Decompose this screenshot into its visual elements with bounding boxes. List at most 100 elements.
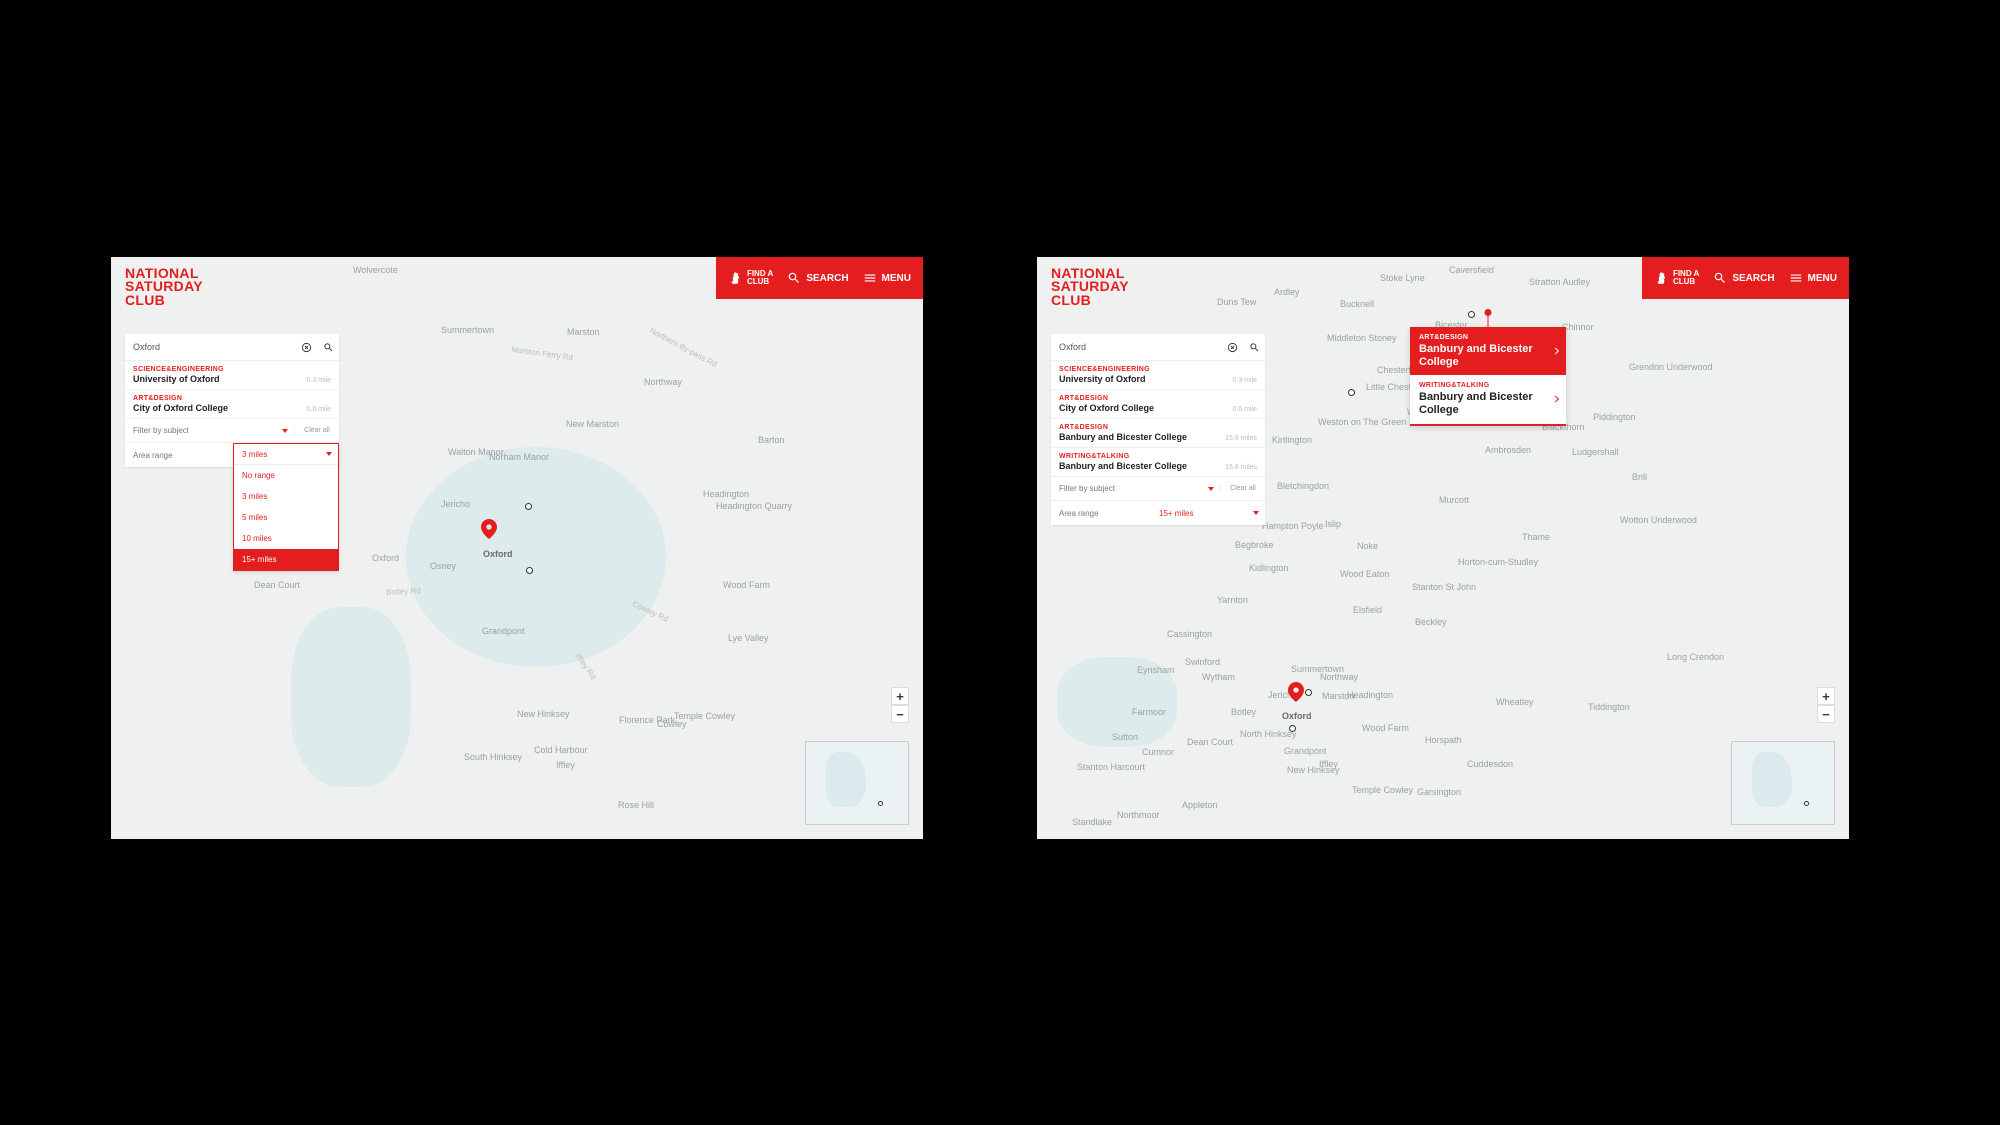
map-label: Northmoor (1117, 810, 1160, 820)
map-marker[interactable] (526, 567, 533, 574)
map-marker[interactable] (1348, 389, 1355, 396)
map-label: Grandpont (1284, 746, 1327, 756)
map-label: Iffley (556, 760, 575, 770)
zoom-in-button[interactable]: + (891, 687, 909, 705)
search-icon (1713, 271, 1727, 285)
search-input[interactable] (125, 342, 295, 352)
zoom-controls: + − (891, 687, 909, 723)
sidebar: SCIENCE&ENGINEERING University of Oxford… (1051, 334, 1265, 525)
logo[interactable]: NATIONAL SATURDAY CLUB (125, 267, 203, 307)
result-item[interactable]: ART&DESIGN Banbury and Bicester College … (1051, 419, 1265, 448)
minimap[interactable] (805, 741, 909, 825)
clear-search-button[interactable] (295, 336, 317, 358)
clear-all-button[interactable]: Clear all (295, 427, 339, 434)
map-marker[interactable] (1305, 689, 1312, 696)
result-category: WRITING&TALKING (1059, 453, 1257, 460)
map-label: Weston on The Green (1318, 417, 1406, 427)
popup-category: ART&DESIGN (1419, 334, 1557, 341)
map-marker[interactable] (525, 503, 532, 510)
logo[interactable]: NATIONAL SATURDAY CLUB (1051, 267, 1129, 307)
map-label: Headington (1347, 690, 1393, 700)
result-item[interactable]: ART&DESIGN City of Oxford College 0.6 mi… (125, 390, 339, 419)
range-row[interactable]: Area range 15+ miles (1051, 501, 1265, 525)
search-row (125, 334, 339, 361)
result-item[interactable]: SCIENCE&ENGINEERING University of Oxford… (125, 361, 339, 390)
map-label: Middleton Stoney (1327, 333, 1397, 343)
dropdown-option[interactable]: No range (234, 465, 338, 486)
nav-label: SEARCH (806, 273, 848, 284)
map-label: Bletchingdon (1277, 481, 1329, 491)
zoom-out-button[interactable]: − (1817, 705, 1835, 723)
map-label: Cuddesdon (1467, 759, 1513, 769)
filter-subject-select[interactable]: Filter by subject (125, 426, 295, 435)
map-label: Barton (758, 435, 785, 445)
search-submit-button[interactable] (1243, 336, 1265, 358)
search-submit-button[interactable] (317, 336, 339, 358)
dropdown-option[interactable]: 3 miles (234, 486, 338, 507)
zoom-in-button[interactable]: + (1817, 687, 1835, 705)
map-label: New Hinksey (517, 709, 570, 719)
map-view-right: Bicester Launton Caversfield Stratton Au… (1037, 257, 1849, 839)
map-label: Kirtlington (1272, 435, 1312, 445)
map-label: Oxford (372, 553, 399, 563)
search-input[interactable] (1051, 342, 1221, 352)
map-label: Wood Eaton (1340, 569, 1389, 579)
map-label: Rose Hill (618, 800, 654, 810)
nav-label: MENU (882, 273, 911, 284)
result-item[interactable]: ART&DESIGN City of Oxford College 0.6 mi… (1051, 390, 1265, 419)
filter-subject-row: Filter by subject Clear all (1051, 477, 1265, 501)
map-water (291, 607, 411, 787)
filter-label: Filter by subject (1059, 484, 1115, 493)
menu-button[interactable]: MENU (1789, 271, 1837, 285)
find-club-button[interactable]: FIND A CLUB (1654, 270, 1699, 285)
popup-item[interactable]: WRITING&TALKING Banbury and Bicester Col… (1410, 375, 1566, 423)
result-name: University of Oxford (133, 374, 331, 384)
search-button[interactable]: SEARCH (787, 271, 848, 285)
map-label: Beckley (1415, 617, 1447, 627)
map-marker[interactable] (1468, 311, 1475, 318)
map-label: Hampton Poyle (1262, 521, 1324, 531)
search-row (1051, 334, 1265, 361)
zoom-out-button[interactable]: − (891, 705, 909, 723)
result-item[interactable]: SCIENCE&ENGINEERING University of Oxford… (1051, 361, 1265, 390)
result-distance: 0.3 mile (306, 377, 331, 384)
map-label: Wood Farm (723, 580, 770, 590)
header: NATIONAL SATURDAY CLUB FIND A CLUB SEARC… (1037, 257, 1849, 299)
map-label: Wytham (1202, 672, 1235, 682)
map-label: Piddington (1593, 412, 1636, 422)
range-select[interactable]: 15+ miles (1159, 509, 1265, 518)
range-dropdown: 3 miles No range 3 miles 5 miles 10 mile… (233, 443, 339, 571)
map-label: North Hinksey (1240, 729, 1297, 739)
result-category: ART&DESIGN (1059, 395, 1257, 402)
range-select[interactable]: 3 miles (234, 444, 338, 465)
map-pin[interactable] (481, 519, 497, 544)
clear-all-button[interactable]: Clear all (1221, 485, 1265, 492)
dropdown-option[interactable]: 5 miles (234, 507, 338, 528)
result-distance: 0.3 mile (1232, 377, 1257, 384)
minimap[interactable] (1731, 741, 1835, 825)
find-club-button[interactable]: FIND A CLUB (728, 270, 773, 285)
dropdown-option[interactable]: 10 miles (234, 528, 338, 549)
popup-item[interactable]: ART&DESIGN Banbury and Bicester College (1410, 327, 1566, 375)
map-label: Noke (1357, 541, 1378, 551)
search-icon (1249, 342, 1260, 353)
clear-search-button[interactable] (1221, 336, 1243, 358)
map-pin[interactable] (1288, 682, 1304, 707)
filter-subject-select[interactable]: Filter by subject (1051, 484, 1221, 493)
search-button[interactable]: SEARCH (1713, 271, 1774, 285)
map-label: Tiddington (1588, 702, 1630, 712)
popup-title: Banbury and Bicester College (1419, 391, 1557, 416)
map-label: Stanton Harcourt (1077, 762, 1145, 772)
result-item[interactable]: WRITING&TALKING Banbury and Bicester Col… (1051, 448, 1265, 477)
menu-button[interactable]: MENU (863, 271, 911, 285)
map-label: Kidlington (1249, 563, 1289, 573)
map-label: Thame (1522, 532, 1550, 542)
search-icon (323, 342, 334, 353)
map-label: Headington (703, 489, 749, 499)
map-label: Long Crendon (1667, 652, 1724, 662)
dropdown-option-selected[interactable]: 15+ miles (234, 549, 338, 570)
map-road-label: Northern By-pass Rd (648, 326, 718, 369)
map-label: Norham Manor (489, 452, 549, 462)
map-marker[interactable] (1289, 725, 1296, 732)
uk-map-icon (1654, 271, 1668, 285)
